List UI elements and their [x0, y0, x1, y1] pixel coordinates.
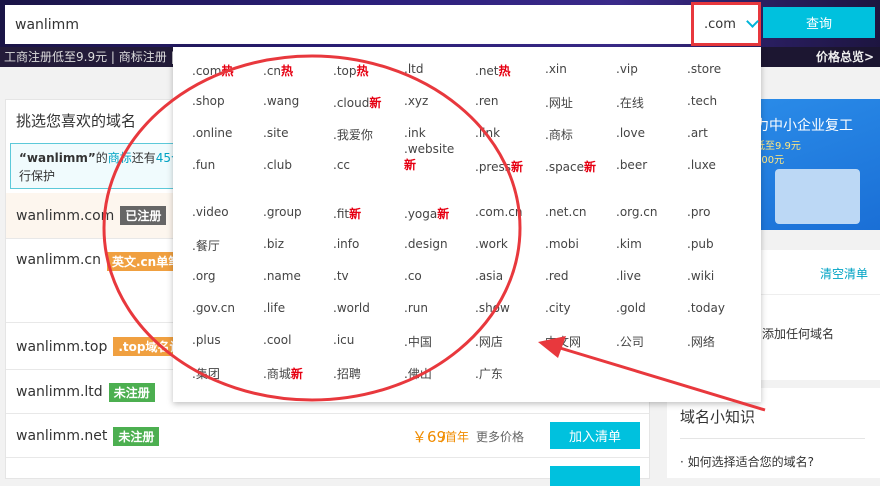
annotation-overlay — [102, 54, 766, 412]
annotation-arrowhead — [538, 336, 566, 358]
annotation-circle — [102, 54, 522, 402]
annotation-arrow — [559, 346, 766, 412]
